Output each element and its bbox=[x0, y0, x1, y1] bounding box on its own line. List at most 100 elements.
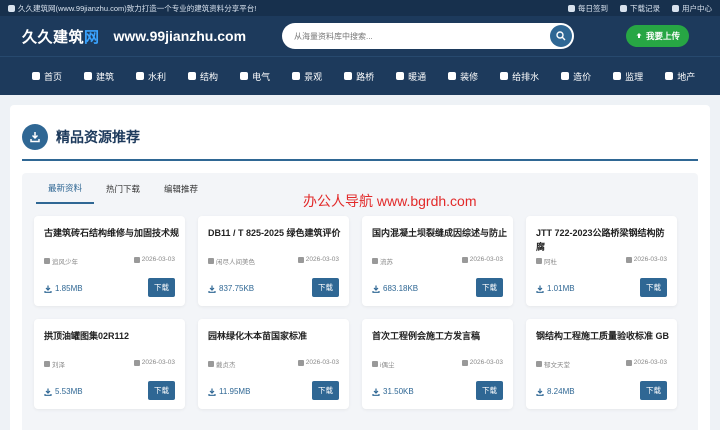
checkin-link[interactable]: 每日签到 bbox=[568, 3, 608, 14]
resource-card[interactable]: 国内混凝土坝裂缝成因综述与防止流苏 2026-03-03 683.18KB 下载 bbox=[362, 216, 513, 306]
tab-2[interactable]: 编辑推荐 bbox=[152, 173, 210, 204]
road-icon bbox=[344, 72, 353, 80]
user-center-link[interactable]: 用户中心 bbox=[672, 3, 712, 14]
calendar-icon bbox=[568, 4, 575, 12]
resource-title[interactable]: 首次工程例会施工方发言稿 bbox=[372, 329, 508, 343]
nav-item-12[interactable]: 地产 bbox=[665, 70, 695, 83]
resource-card[interactable]: 钢结构工程施工质量验收标准 GB 郁文天堂 2026-03-03 8.24MB 下载 bbox=[526, 319, 677, 409]
author-name: i偶尘 bbox=[380, 362, 395, 369]
nav-item-label: 路桥 bbox=[356, 71, 375, 82]
calendar-icon bbox=[133, 359, 140, 366]
download-button[interactable]: 下载 bbox=[640, 381, 667, 400]
download-icon bbox=[44, 388, 52, 396]
resource-author: 闲尽人间美色 bbox=[208, 256, 255, 266]
nav-item-6[interactable]: 路桥 bbox=[344, 70, 374, 83]
tab-1[interactable]: 热门下载 bbox=[94, 173, 152, 204]
author-name: 闲尽人间美色 bbox=[216, 259, 255, 266]
download-button[interactable]: 下载 bbox=[640, 278, 667, 297]
download-icon bbox=[22, 124, 48, 150]
resource-date: 2026-03-03 bbox=[461, 359, 503, 366]
calendar-icon bbox=[133, 256, 140, 263]
tab-0[interactable]: 最新资料 bbox=[36, 173, 95, 204]
top-bar: 久久建筑网(www.99jianzhu.com)致力打造一个专业的建筑资料分享平… bbox=[0, 0, 720, 16]
nav-item-11[interactable]: 监理 bbox=[613, 70, 643, 83]
resource-date: 2026-03-03 bbox=[297, 256, 339, 263]
download-button[interactable]: 下载 bbox=[148, 381, 175, 400]
date-text: 2026-03-03 bbox=[305, 359, 339, 366]
resource-date: 2026-03-03 bbox=[625, 359, 667, 366]
date-text: 2026-03-03 bbox=[469, 359, 503, 366]
resource-title[interactable]: 古建筑砖石结构维修与加固技术规 bbox=[44, 226, 180, 240]
tabs-area: 最新资料 热门下载 编辑推荐 办公人导航 www.bgrdh.com 古建筑砖石结构… bbox=[22, 173, 698, 430]
search-icon bbox=[556, 31, 566, 41]
user-icon bbox=[44, 258, 50, 264]
download-icon bbox=[44, 285, 52, 293]
site-logo[interactable]: 久久建筑网 bbox=[22, 26, 100, 47]
user-icon bbox=[44, 361, 50, 367]
nav-item-4[interactable]: 电气 bbox=[240, 70, 270, 83]
user-icon bbox=[208, 361, 214, 367]
nav-item-5[interactable]: 景观 bbox=[292, 70, 322, 83]
search-button[interactable] bbox=[550, 25, 572, 47]
nav-item-8[interactable]: 装修 bbox=[448, 70, 478, 83]
download-history-link[interactable]: 下载记录 bbox=[620, 3, 660, 14]
resource-card[interactable]: 拱顶油罐图集02R112 刘泽 2026-03-03 5.53MB 下载 bbox=[34, 319, 185, 409]
download-button[interactable]: 下载 bbox=[476, 278, 503, 297]
resource-size: 683.18KB bbox=[372, 284, 418, 293]
resource-card[interactable]: 首次工程例会施工方发言稿 i偶尘 2026-03-03 31.50KB 下载 bbox=[362, 319, 513, 409]
logo-accent-text: 网 bbox=[84, 28, 100, 46]
resource-title[interactable]: 国内混凝土坝裂缝成因综述与防止 bbox=[372, 226, 508, 240]
author-name: 流苏 bbox=[380, 259, 393, 266]
size-text: 5.53MB bbox=[55, 387, 83, 396]
upload-button[interactable]: 我要上传 bbox=[626, 25, 689, 47]
price-icon bbox=[561, 72, 570, 80]
download-button[interactable]: 下载 bbox=[476, 381, 503, 400]
resource-author: i偶尘 bbox=[372, 359, 394, 369]
nav-item-7[interactable]: 暖通 bbox=[396, 70, 426, 83]
tree-icon bbox=[292, 72, 301, 80]
author-name: 戴贞杰 bbox=[216, 362, 236, 369]
nav-item-3[interactable]: 结构 bbox=[188, 70, 218, 83]
history-icon bbox=[620, 4, 627, 12]
resource-title[interactable]: 钢结构工程施工质量验收标准 GB bbox=[536, 329, 672, 343]
date-text: 2026-03-03 bbox=[469, 256, 503, 263]
nav-item-1[interactable]: 建筑 bbox=[84, 70, 114, 83]
calendar-icon bbox=[461, 359, 468, 366]
resource-size: 837.75KB bbox=[208, 284, 254, 293]
resource-title[interactable]: 拱顶油罐图集02R112 bbox=[44, 329, 180, 343]
download-history-label: 下载记录 bbox=[630, 3, 660, 13]
date-text: 2026-03-03 bbox=[633, 256, 667, 263]
resource-card[interactable]: DB11 / T 825-2025 绿色建筑评价闲尽人间美色 2026-03-03… bbox=[198, 216, 349, 306]
nav-item-label: 给排水 bbox=[512, 71, 540, 82]
resource-size: 8.24MB bbox=[536, 387, 575, 396]
size-text: 31.50KB bbox=[383, 387, 414, 396]
nav-item-2[interactable]: 水利 bbox=[136, 70, 166, 83]
resource-title[interactable]: JTT 722-2023公路桥梁钢结构防腐 bbox=[536, 226, 672, 254]
resource-date: 2026-03-03 bbox=[625, 256, 667, 263]
size-text: 1.01MB bbox=[547, 284, 575, 293]
resource-card[interactable]: 古建筑砖石结构维修与加固技术规 追风少年 2026-03-03 1.85MB 下载 bbox=[34, 216, 185, 306]
resource-card[interactable]: JTT 722-2023公路桥梁钢结构防腐阿杜 2026-03-03 1.01MB 下… bbox=[526, 216, 677, 306]
download-button[interactable]: 下载 bbox=[312, 278, 339, 297]
download-button[interactable]: 下载 bbox=[148, 278, 175, 297]
resource-date: 2026-03-03 bbox=[461, 256, 503, 263]
upload-icon bbox=[636, 33, 642, 38]
nav-item-0[interactable]: 首页 bbox=[32, 70, 62, 83]
site-notice-text: 久久建筑网(www.99jianzhu.com)致力打造一个专业的建筑资料分享平… bbox=[18, 3, 257, 13]
nav-item-label: 首页 bbox=[44, 71, 63, 82]
watermark-text: 办公人导航 www.bgrdh.com bbox=[303, 193, 477, 209]
search-input[interactable] bbox=[294, 31, 550, 41]
nav-item-9[interactable]: 给排水 bbox=[500, 70, 539, 83]
download-button[interactable]: 下载 bbox=[312, 381, 339, 400]
size-text: 837.75KB bbox=[219, 284, 255, 293]
resource-card[interactable]: 园林绿化木本苗国家标准戴贞杰 2026-03-03 11.95MB 下载 bbox=[198, 319, 349, 409]
resource-title[interactable]: 园林绿化木本苗国家标准 bbox=[208, 329, 344, 343]
resource-title[interactable]: DB11 / T 825-2025 绿色建筑评价 bbox=[208, 226, 344, 240]
size-text: 11.95MB bbox=[219, 387, 251, 396]
date-text: 2026-03-03 bbox=[141, 359, 175, 366]
resource-author: 刘泽 bbox=[44, 359, 65, 369]
megaphone-icon bbox=[8, 4, 15, 12]
nav-item-10[interactable]: 造价 bbox=[561, 70, 591, 83]
author-name: 阿杜 bbox=[544, 259, 557, 266]
date-text: 2026-03-03 bbox=[141, 256, 175, 263]
